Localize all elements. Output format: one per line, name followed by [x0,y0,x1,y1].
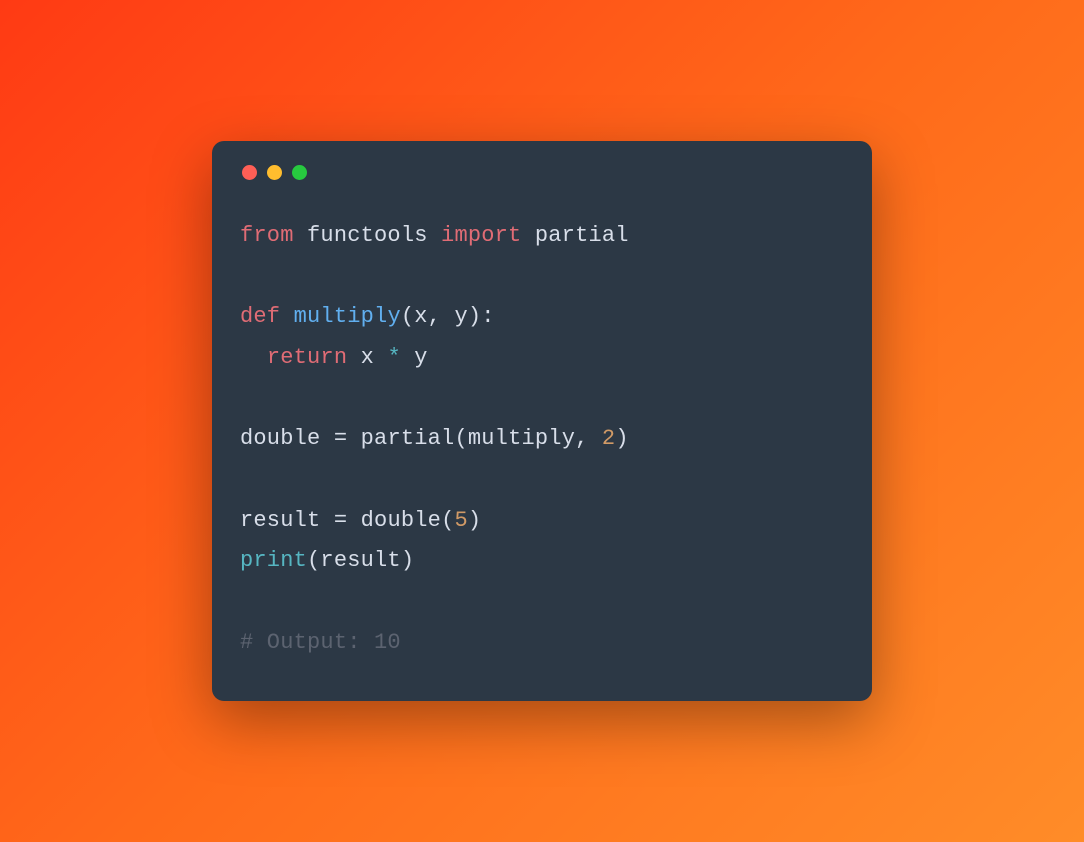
paren-close: ) [615,426,628,451]
number-5: 5 [454,508,467,533]
code-window: from functools import partial def multip… [212,141,872,702]
param-y: y [454,304,467,329]
number-2: 2 [602,426,615,451]
comma: , [428,304,455,329]
paren-open: ( [441,508,454,533]
equals: = [320,508,360,533]
indent [240,345,267,370]
code-block: from functools import partial def multip… [240,216,844,664]
paren-open: ( [454,426,467,451]
call-double: double [361,508,441,533]
maximize-icon[interactable] [292,165,307,180]
var-y: y [414,345,427,370]
traffic-lights [242,165,844,180]
arg-result: result [320,548,400,573]
paren-close: ) [401,548,414,573]
close-icon[interactable] [242,165,257,180]
function-name: multiply [294,304,401,329]
call-print: print [240,548,307,573]
operator-mul: * [387,345,400,370]
param-x: x [414,304,427,329]
paren-open: ( [307,548,320,573]
paren-close: ) [468,508,481,533]
var-double: double [240,426,320,451]
var-x: x [361,345,374,370]
var-result: result [240,508,320,533]
paren-close-colon: ): [468,304,495,329]
call-partial: partial [361,426,455,451]
keyword-def: def [240,304,280,329]
keyword-from: from [240,223,294,248]
equals: = [320,426,360,451]
comma: , [575,426,602,451]
keyword-import: import [441,223,521,248]
module-name: functools [307,223,428,248]
comment-output: # Output: 10 [240,630,401,655]
arg-multiply: multiply [468,426,575,451]
minimize-icon[interactable] [267,165,282,180]
keyword-return: return [267,345,347,370]
import-name: partial [535,223,629,248]
paren-open: ( [401,304,414,329]
